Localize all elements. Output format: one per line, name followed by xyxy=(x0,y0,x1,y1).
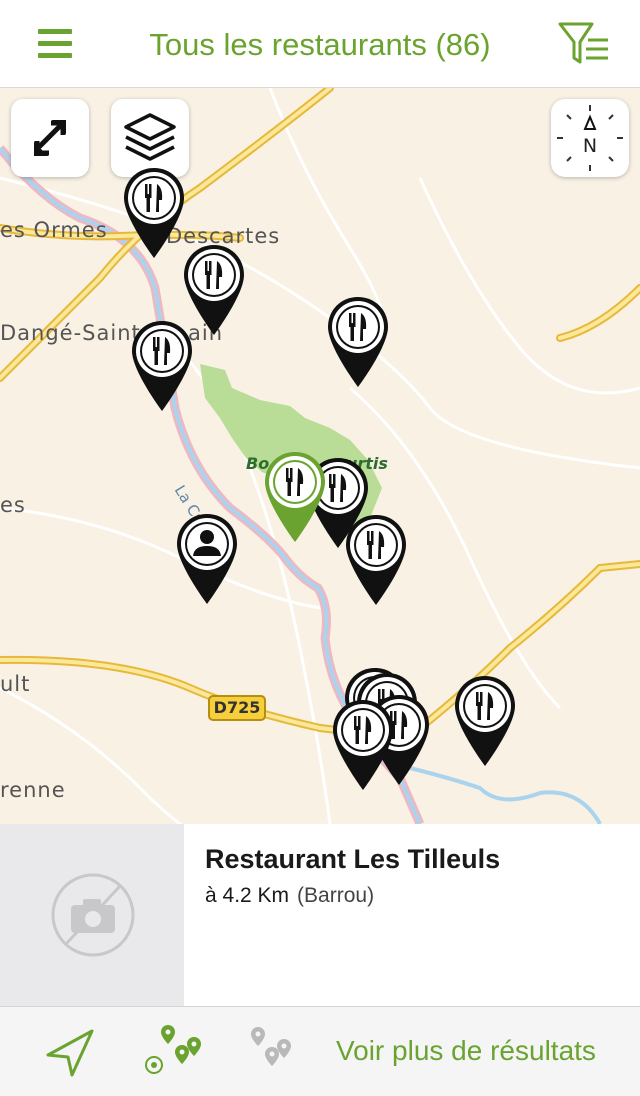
restaurant-card[interactable]: Restaurant Les Tilleuls à 4.2 Km (Barrou) xyxy=(0,824,640,1007)
menu-button[interactable] xyxy=(30,22,80,66)
place-label-es: es xyxy=(0,493,26,517)
nearby-view-button[interactable] xyxy=(140,1025,206,1083)
restaurant-distance-line: à 4.2 Km (Barrou) xyxy=(205,884,374,908)
place-label-ult: ult xyxy=(0,672,31,696)
restaurant-distance: à 4.2 Km xyxy=(205,884,290,907)
restaurant-pin[interactable] xyxy=(452,674,518,768)
compass-button[interactable]: N xyxy=(551,99,629,177)
compass-letter: N xyxy=(582,135,598,157)
app-header: Tous les restaurants (86) xyxy=(0,0,640,88)
restaurant-pin[interactable] xyxy=(330,698,396,792)
map-view[interactable]: es Ormes Descartes Dangé-Saint- ain es u… xyxy=(0,88,640,824)
no-photo-icon xyxy=(51,873,135,957)
place-label-dange: Dangé-Saint- xyxy=(0,321,150,345)
restaurant-name: Restaurant Les Tilleuls xyxy=(205,844,501,874)
filter-funnel-icon xyxy=(558,22,608,64)
nearby-pins-icon xyxy=(145,1025,201,1074)
grey-pins-icon xyxy=(251,1027,291,1066)
restaurant-pin[interactable] xyxy=(121,166,187,260)
navigation-arrow-icon xyxy=(46,1029,94,1077)
filter-button[interactable] xyxy=(552,18,616,70)
place-label-enne: renne xyxy=(0,778,66,802)
restaurant-pin[interactable] xyxy=(129,319,195,413)
more-results-link[interactable]: Voir plus de résultats xyxy=(336,1035,596,1067)
restaurant-pin[interactable] xyxy=(343,513,409,607)
expand-arrows-icon xyxy=(34,120,66,156)
bottom-toolbar: Voir plus de résultats xyxy=(0,1007,640,1096)
place-label-les-ormes: es Ormes xyxy=(0,218,108,242)
locate-me-button[interactable] xyxy=(44,1027,96,1079)
selected-restaurant-pin[interactable] xyxy=(262,450,328,544)
page-title: Tous les restaurants (86) xyxy=(149,27,491,62)
restaurant-town: (Barrou) xyxy=(297,884,375,907)
user-location-pin[interactable] xyxy=(174,512,240,606)
restaurant-pin[interactable] xyxy=(325,295,391,389)
all-results-view-button[interactable] xyxy=(246,1025,296,1075)
road-shield-d725: D725 xyxy=(208,695,266,721)
expand-map-button[interactable] xyxy=(11,99,89,177)
hamburger-menu-icon xyxy=(38,29,72,58)
restaurant-photo-placeholder xyxy=(0,824,184,1006)
